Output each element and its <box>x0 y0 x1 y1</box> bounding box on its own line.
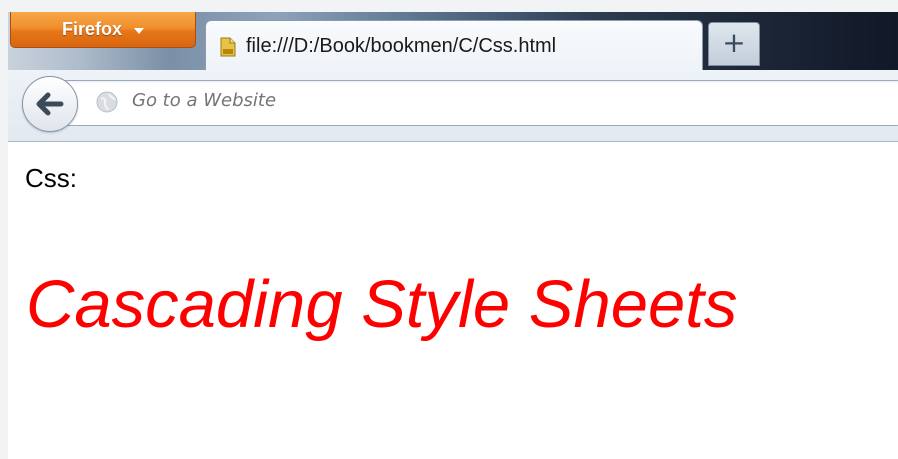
window-frame-top <box>0 0 898 12</box>
globe-icon <box>96 91 118 113</box>
navigation-toolbar <box>8 70 898 142</box>
new-tab-button[interactable]: + <box>708 22 760 66</box>
url-input[interactable] <box>132 90 632 111</box>
firefox-menu-label: Firefox <box>61 19 122 39</box>
css-label-text: Css: <box>25 163 77 193</box>
html-file-icon <box>220 37 236 57</box>
tab-title: file:///D:/Book/bookmen/C/Css.html <box>246 35 557 57</box>
firefox-menu-button[interactable]: Firefox <box>10 12 196 48</box>
back-button[interactable] <box>22 76 78 132</box>
back-arrow-icon <box>36 92 64 116</box>
window-frame-left <box>0 0 8 459</box>
page-heading: Cascading Style Sheets <box>26 267 738 342</box>
chevron-down-icon <box>134 27 144 34</box>
page-content: Css: Cascading Style Sheets <box>8 143 898 459</box>
tab-active[interactable]: file:///D:/Book/bookmen/C/Css.html <box>205 20 703 72</box>
